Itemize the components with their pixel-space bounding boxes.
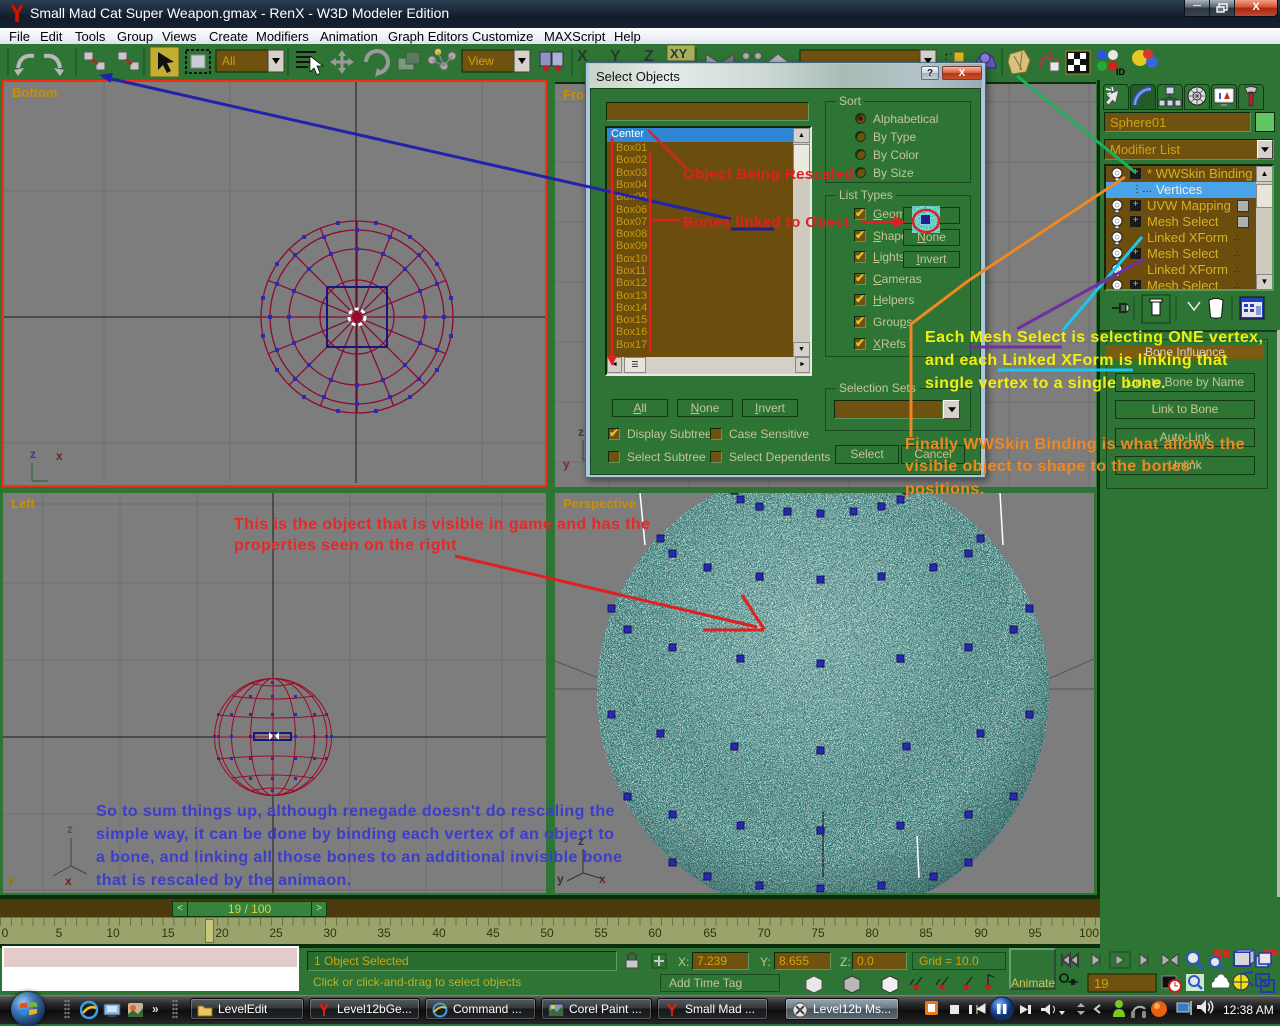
svg-text:z: z (578, 425, 584, 439)
svg-text:x: x (56, 449, 63, 463)
svg-text:y: y (8, 872, 15, 886)
svg-text:»: » (152, 1002, 159, 1016)
svg-text:z: z (30, 447, 36, 461)
svg-text:x: x (65, 874, 72, 888)
svg-text:All: All (222, 54, 235, 68)
svg-text:z: z (67, 822, 73, 836)
svg-text:View: View (468, 54, 494, 68)
svg-text:XY: XY (670, 46, 688, 61)
svg-text:y: y (557, 872, 564, 886)
svg-text:19: 19 (1094, 976, 1108, 991)
svg-text:ID: ID (1116, 67, 1126, 77)
svg-text:12:38 AM: 12:38 AM (1223, 1003, 1274, 1017)
svg-text:y: y (563, 457, 570, 471)
